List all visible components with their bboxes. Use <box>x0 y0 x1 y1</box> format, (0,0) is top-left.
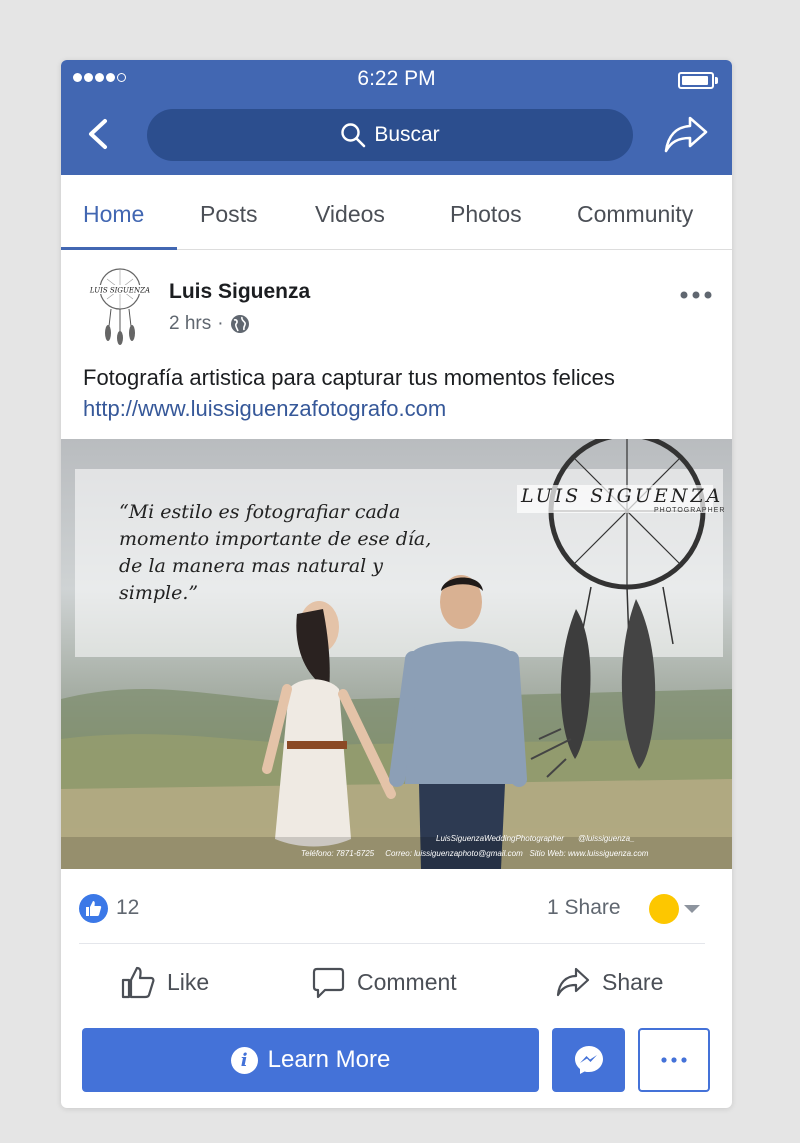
image-brand: LUIS SIGUENZA <box>521 485 724 507</box>
post-image[interactable]: “Mi estilo es fotografiar cada momento i… <box>61 439 732 869</box>
tab-home[interactable]: Home <box>83 201 144 228</box>
post-time[interactable]: 2 hrs <box>169 313 211 335</box>
search-placeholder: Buscar <box>374 123 440 146</box>
tab-community[interactable]: Community <box>577 201 693 228</box>
like-count[interactable]: 12 <box>116 896 139 920</box>
tab-videos[interactable]: Videos <box>315 201 385 228</box>
post-link[interactable]: http://www.luissiguenzafotografo.com <box>83 393 723 424</box>
image-email: Correo: luissiguenzaphoto@gmail.com <box>385 849 523 858</box>
info-icon: i <box>230 1046 258 1074</box>
image-phone: Teléfono: 7871-6725 <box>301 849 375 858</box>
search-icon <box>341 123 366 148</box>
battery-icon <box>678 72 718 89</box>
active-tab-indicator <box>61 247 177 250</box>
share-arrow-icon <box>556 967 590 997</box>
page-tabs: Home Posts Videos Photos Community <box>61 175 732 250</box>
messenger-icon <box>574 1046 603 1074</box>
image-contact: Teléfono: 7871-6725 Correo: luissiguenza… <box>301 849 648 858</box>
like-reaction-icon[interactable] <box>79 894 108 923</box>
comment-button[interactable]: Comment <box>312 960 457 1004</box>
more-actions-button[interactable] <box>638 1028 710 1092</box>
post-text: Fotografía artistica para capturar tus m… <box>83 365 615 390</box>
globe-icon <box>230 315 249 333</box>
share-button[interactable]: Share <box>556 960 663 1004</box>
avatar[interactable]: LUIS SIGUENZA <box>87 267 153 345</box>
share-count[interactable]: 1 Share <box>547 896 621 920</box>
image-social: LuisSiguenzaWeddingPhotographer @luissig… <box>436 834 635 843</box>
like-button[interactable]: Like <box>121 960 209 1004</box>
learn-more-label: Learn More <box>267 1046 391 1073</box>
meta-separator: · <box>217 313 224 334</box>
divider <box>79 943 705 944</box>
learn-more-button[interactable]: i Learn More <box>82 1028 539 1092</box>
status-time: 6:22 PM <box>357 67 436 90</box>
messenger-button[interactable] <box>552 1028 625 1092</box>
image-brand-sub: PHOTOGRAPHER <box>654 507 726 514</box>
phone-screen: 6:22 PM Buscar Home Posts Videos Photos … <box>61 60 732 1108</box>
comment-label: Comment <box>357 968 457 995</box>
top-bar: 6:22 PM Buscar <box>61 60 732 175</box>
more-options-icon[interactable] <box>679 290 713 300</box>
reaction-avatar-icon[interactable] <box>649 894 679 924</box>
like-label: Like <box>167 968 210 995</box>
post-meta: 2 hrs · <box>169 313 250 335</box>
more-icon <box>661 1057 687 1063</box>
caret-down-icon[interactable] <box>684 905 700 913</box>
avatar-text: LUIS SIGUENZA <box>89 287 150 295</box>
search-bar[interactable]: Buscar <box>147 109 633 161</box>
share-label: Share <box>602 968 664 995</box>
back-arrow-icon[interactable] <box>83 117 113 151</box>
comment-icon <box>312 967 345 998</box>
thumbs-up-icon <box>121 966 155 999</box>
post-message: Fotografía artistica para capturar tus m… <box>83 362 723 424</box>
image-instagram: @luissiguenza_ <box>577 834 635 843</box>
image-facebook: LuisSiguenzaWeddingPhotographer <box>436 834 564 843</box>
share-icon[interactable] <box>664 114 708 154</box>
image-website: Sitio Web: www.luissiguenza.com <box>529 849 649 858</box>
tab-photos[interactable]: Photos <box>450 201 522 228</box>
tab-posts[interactable]: Posts <box>200 201 258 228</box>
post-author[interactable]: Luis Siguenza <box>169 280 310 304</box>
image-quote: “Mi estilo es fotografiar cada momento i… <box>119 501 432 604</box>
